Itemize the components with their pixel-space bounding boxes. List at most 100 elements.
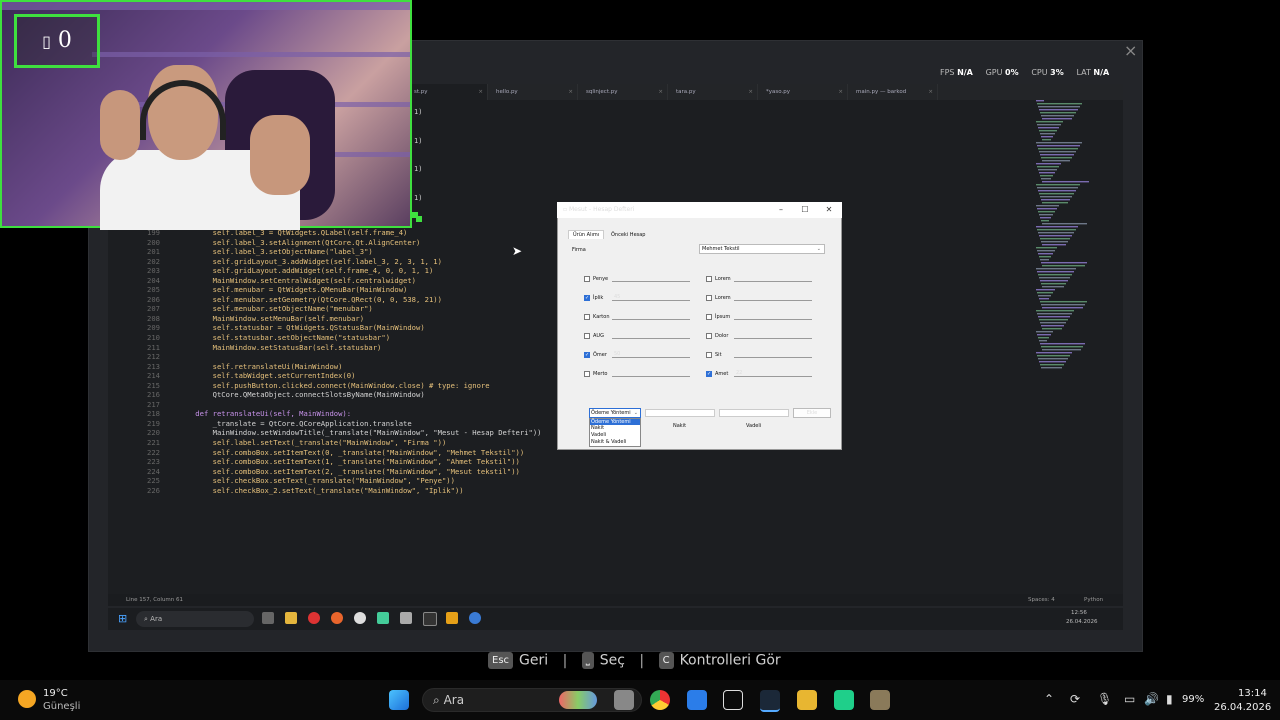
inner-search-box[interactable]: ⌕ Ara — [136, 611, 254, 627]
close-icon[interactable]: ✕ — [823, 202, 835, 218]
steam-icon[interactable] — [760, 690, 780, 712]
checkbox[interactable] — [584, 352, 590, 358]
checkbox-label[interactable]: AUG — [593, 333, 604, 339]
quantity-field[interactable] — [612, 313, 690, 320]
vpn-icon[interactable] — [723, 690, 743, 710]
task-view-icon[interactable] — [262, 612, 274, 624]
cursor-position[interactable]: Line 157, Column 61 — [126, 594, 183, 606]
payment-option[interactable]: Vadeli — [590, 432, 640, 438]
checkbox[interactable] — [584, 295, 590, 301]
ekle-button[interactable]: Ekle — [793, 408, 831, 418]
checkbox[interactable] — [706, 314, 712, 320]
tab-yaso-py[interactable]: *yaso.py × — [760, 84, 848, 100]
checkbox[interactable] — [706, 295, 712, 301]
close-icon[interactable]: × — [568, 84, 573, 100]
checkbox[interactable] — [706, 371, 712, 377]
maximize-icon[interactable]: ☐ — [799, 202, 811, 218]
quantity-field[interactable] — [612, 370, 690, 377]
taskbar-search[interactable]: ⌕ Ara — [422, 688, 642, 712]
chrome-icon[interactable] — [650, 690, 670, 710]
storage-icon[interactable] — [400, 612, 412, 624]
windows-start-icon[interactable] — [389, 690, 409, 710]
windows-start-icon[interactable]: ⊞ — [118, 612, 127, 625]
select-hint[interactable]: Seç — [600, 653, 625, 669]
close-icon[interactable]: × — [1124, 43, 1138, 59]
minimize-icon[interactable]: – — [775, 202, 787, 218]
checkbox[interactable] — [706, 352, 712, 358]
close-icon[interactable]: × — [748, 84, 753, 100]
quantity-field[interactable] — [612, 275, 690, 282]
payment-option[interactable]: Nakit & Vadeli — [590, 439, 640, 445]
close-icon[interactable]: × — [478, 84, 483, 100]
file-explorer-icon[interactable] — [285, 612, 297, 624]
quantity-field[interactable] — [734, 275, 812, 282]
opera-icon[interactable] — [308, 612, 320, 624]
chevron-up-icon[interactable]: ⌃ — [1044, 692, 1054, 706]
minimap[interactable] — [1036, 100, 1098, 380]
clock-time[interactable]: 13:14 — [1238, 688, 1267, 699]
chat-app-icon[interactable] — [377, 612, 389, 624]
volume-icon[interactable]: 🔊 — [1144, 692, 1159, 706]
quantity-field[interactable] — [734, 294, 812, 301]
checkbox[interactable] — [584, 314, 590, 320]
quantity-field[interactable]: 45 — [612, 294, 690, 301]
checkbox-label[interactable]: Karton — [593, 314, 610, 320]
terminal-icon[interactable] — [423, 612, 437, 626]
vadeli-input[interactable] — [719, 409, 789, 417]
firefox-icon[interactable] — [331, 612, 343, 624]
battery-percent[interactable]: 99% — [1182, 694, 1204, 705]
tab-hello-py[interactable]: hello.py × — [490, 84, 578, 100]
checkbox-label[interactable]: İplik — [593, 295, 603, 301]
checkbox-label[interactable]: Amet — [715, 371, 728, 377]
sync-icon[interactable]: ⟳ — [1070, 692, 1080, 706]
store-icon[interactable] — [687, 690, 707, 710]
controls-hint-label[interactable]: Kontrolleri Gör — [680, 653, 781, 669]
game-app-icon[interactable] — [834, 690, 854, 710]
checkbox[interactable] — [706, 276, 712, 282]
close-icon[interactable]: × — [658, 84, 663, 100]
notes-app-icon[interactable] — [870, 690, 890, 710]
close-icon[interactable]: × — [838, 84, 843, 100]
firma-select[interactable]: Mehmet Tekstil ⌄ — [699, 244, 825, 254]
checkbox-label[interactable]: Ömer — [593, 352, 607, 358]
tab-main-py[interactable]: main.py — barkod × — [850, 84, 938, 100]
back-hint[interactable]: Geri — [519, 653, 548, 669]
checkbox[interactable] — [584, 276, 590, 282]
checkbox[interactable] — [584, 371, 590, 377]
code-area[interactable]: 199 self.label_3 = QtWidgets.QLabel(self… — [110, 228, 550, 495]
indent-setting[interactable]: Spaces: 4 — [1028, 594, 1055, 606]
nakit-input[interactable] — [645, 409, 715, 417]
tab-onceki-hesap[interactable]: Önceki Hesap — [607, 231, 649, 239]
checkbox-label[interactable]: İpsum — [715, 314, 730, 320]
tab-sqlinject-py[interactable]: sqlinject.py × — [580, 84, 668, 100]
checkbox-label[interactable]: Dolor — [715, 333, 728, 339]
checkbox-label[interactable]: Lorem — [715, 276, 731, 282]
task-view-icon[interactable] — [614, 690, 634, 710]
language-mode[interactable]: Python — [1084, 594, 1103, 606]
checkbox-label[interactable]: Penye — [593, 276, 608, 282]
checkbox[interactable] — [584, 333, 590, 339]
file-explorer-icon[interactable] — [797, 690, 817, 710]
network-icon[interactable]: ▭ — [1124, 692, 1135, 706]
payment-option[interactable]: Nakit — [590, 425, 640, 431]
checkbox-label[interactable]: Lorem — [715, 295, 731, 301]
sublime-icon[interactable] — [446, 612, 458, 624]
checkbox-label[interactable]: Merto — [593, 371, 607, 377]
quantity-field[interactable] — [734, 332, 812, 339]
weather-desc[interactable]: Güneşli — [43, 701, 80, 712]
media-player-icon[interactable] — [354, 612, 366, 624]
quantity-field[interactable]: 22 — [734, 370, 812, 377]
quantity-field[interactable]: 50 — [612, 351, 690, 358]
sun-weather-icon[interactable] — [18, 690, 36, 708]
quantity-field[interactable] — [734, 313, 812, 320]
quantity-field[interactable] — [612, 332, 690, 339]
close-icon[interactable]: × — [928, 84, 933, 100]
payment-method-select[interactable]: Ödeme Yöntemi ⌄ — [589, 408, 641, 418]
microphone-icon[interactable]: 🎙 — [1097, 692, 1112, 706]
checkbox-label[interactable]: Sit — [715, 352, 722, 358]
clock-date[interactable]: 26.04.2026 — [1214, 702, 1271, 713]
checkbox[interactable] — [706, 333, 712, 339]
tab-tara-py[interactable]: tara.py × — [670, 84, 758, 100]
battery-icon[interactable]: ▮ — [1166, 692, 1173, 706]
tab-urun-alimi[interactable]: Ürün Alımı — [568, 230, 605, 239]
